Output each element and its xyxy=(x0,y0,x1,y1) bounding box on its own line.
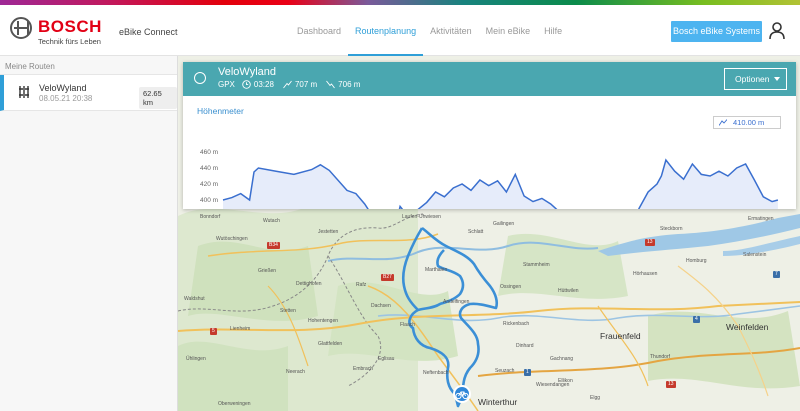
map-label: Waldshut xyxy=(184,296,205,302)
route-descent: 706 m xyxy=(338,80,361,89)
route-ascent: 707 m xyxy=(294,80,318,89)
map-label: Rafz xyxy=(356,282,367,288)
map-label: Stetten xyxy=(280,308,296,314)
road-sign: 13 xyxy=(666,381,676,388)
ascent-icon xyxy=(283,80,292,89)
map-label: Hörhausen xyxy=(633,271,658,277)
map-label: Ühlingen xyxy=(186,356,206,362)
top-header: BOSCH Technik fürs Leben eBike Connect D… xyxy=(0,5,800,56)
road-sign: 5 xyxy=(210,328,217,335)
map-label: Steckborn xyxy=(660,226,683,232)
route-distance-badge: 62.65 km xyxy=(139,87,177,109)
options-button[interactable]: Optionen xyxy=(724,68,787,90)
map-label: Dinhard xyxy=(516,343,534,349)
route-duration: 03:28 xyxy=(253,80,274,89)
map-label: Ellikon xyxy=(558,378,573,384)
road-sign: 1 xyxy=(524,369,531,376)
map-label: Dachsen xyxy=(371,303,391,309)
user-icon[interactable] xyxy=(769,22,785,40)
map-label: Lienheim xyxy=(230,326,251,332)
map-label-city: Weinfelden xyxy=(726,322,769,332)
route-date: 08.05.21 20:38 xyxy=(39,94,93,103)
main-nav: Dashboard Routenplanung Aktivitäten Mein… xyxy=(290,5,569,56)
routes-sidebar: Meine Routen VeloWyland 08.05.21 20:38 6… xyxy=(0,56,178,411)
map-label: Gailingen xyxy=(493,221,515,227)
route-detail-card: VeloWyland GPX 03:28 707 m 706 m Optione… xyxy=(183,62,796,209)
map-label: Andelfingen xyxy=(443,299,470,305)
app-name: eBike Connect xyxy=(119,27,178,37)
road-sign: 4 xyxy=(693,316,700,323)
route-card-header: VeloWyland GPX 03:28 707 m 706 m Optione… xyxy=(183,62,796,96)
sidebar-title: Meine Routen xyxy=(0,56,177,75)
brand-name[interactable]: BOSCH xyxy=(38,17,102,37)
nav-routenplanung[interactable]: Routenplanung xyxy=(348,5,424,56)
nav-hilfe[interactable]: Hilfe xyxy=(537,5,569,56)
descent-icon xyxy=(326,80,336,89)
y-tick-label: 460 m xyxy=(200,149,218,156)
map-label: Hüttwilen xyxy=(558,288,579,294)
map-label-city: Winterthur xyxy=(478,397,518,407)
nav-aktivitaeten[interactable]: Aktivitäten xyxy=(423,5,479,56)
clock-icon xyxy=(242,80,251,89)
road-sign: B34 xyxy=(267,242,280,249)
tooltip-value: 410.00 m xyxy=(733,118,765,127)
map-label-city: Frauenfeld xyxy=(600,331,641,341)
nav-dashboard[interactable]: Dashboard xyxy=(290,5,348,56)
y-tick-label: 420 m xyxy=(200,181,218,188)
bike-marker-icon[interactable] xyxy=(453,385,471,403)
caret-down-icon xyxy=(774,77,780,81)
map-label: Thundorf xyxy=(650,354,671,360)
route-list-item[interactable]: VeloWyland 08.05.21 20:38 62.65 km xyxy=(0,75,177,111)
map-label: Oberweningen xyxy=(218,401,251,407)
elevation-tooltip: 410.00 m xyxy=(713,116,781,129)
map-label: Glattfelden xyxy=(318,341,343,347)
map-label: Laufen-Uhwiesen xyxy=(402,214,441,220)
road-sign: 7 xyxy=(773,271,780,278)
map-label: Stammheim xyxy=(523,262,550,268)
road-sign: 13 xyxy=(645,239,655,246)
elevation-chart[interactable]: 460 m440 m420 m400 m380 m360 m0 km10 km2… xyxy=(183,96,796,209)
map-label: Homburg xyxy=(686,258,707,264)
map-label: Jestetten xyxy=(318,229,339,235)
map-label: Embrach xyxy=(353,366,374,372)
route-meta: GPX 03:28 707 m 706 m xyxy=(218,80,360,89)
bosch-ebike-systems-button[interactable]: Bosch eBike Systems xyxy=(671,21,762,42)
map-label: Rickenbach xyxy=(503,321,530,327)
brand-tagline: Technik fürs Leben xyxy=(38,37,101,46)
map-label: Eglisau xyxy=(378,356,395,362)
route-icon xyxy=(19,86,29,98)
y-tick-label: 400 m xyxy=(200,197,218,204)
map-label: Hohentengen xyxy=(308,318,339,324)
map-label: Dettighofen xyxy=(296,281,322,287)
y-tick-label: 440 m xyxy=(200,165,218,172)
map-label: Wutöschingen xyxy=(216,236,248,242)
options-label: Optionen xyxy=(735,74,770,84)
route-type: GPX xyxy=(218,80,235,89)
map-label: Ossingen xyxy=(500,284,522,290)
collapse-chevron-icon[interactable] xyxy=(194,72,206,84)
map-label: Neftenbach xyxy=(423,370,449,376)
map-label: Seuzach xyxy=(495,368,515,374)
nav-mein-ebike[interactable]: Mein eBike xyxy=(479,5,538,56)
map-label: Elgg xyxy=(590,395,601,401)
map-label: Gachnang xyxy=(550,356,574,362)
map-label: Ermatingen xyxy=(748,216,774,222)
road-sign: B27 xyxy=(381,274,394,281)
route-title: VeloWyland xyxy=(218,66,276,78)
map-label: Marthalen xyxy=(425,267,448,273)
map-label: Wutach xyxy=(263,218,280,224)
route-name: VeloWyland xyxy=(39,83,87,93)
map-label: Flaach xyxy=(400,322,416,328)
elevation-icon xyxy=(719,119,727,126)
bosch-armature-icon[interactable] xyxy=(10,17,32,39)
map-label: Neerach xyxy=(286,369,305,375)
map-label: Bonndorf xyxy=(200,214,221,220)
map-label: Salenstein xyxy=(743,252,767,258)
map-label: Grießen xyxy=(258,268,277,274)
map-label: Schlatt xyxy=(468,229,484,235)
